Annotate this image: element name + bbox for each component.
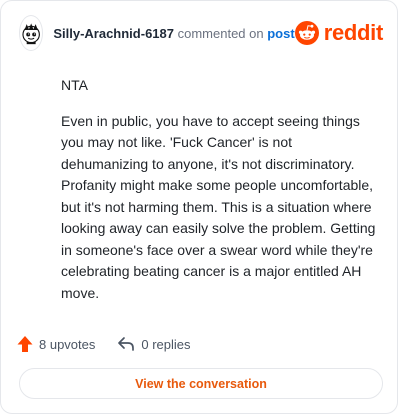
comment-paragraph: NTA xyxy=(61,77,88,93)
comment-body: NTA Even in public, you have to accept s… xyxy=(61,75,377,304)
upvote-count: 8 upvotes xyxy=(39,336,96,352)
post-link[interactable]: post xyxy=(267,26,294,41)
reddit-logo[interactable]: reddit xyxy=(294,20,384,46)
reply-count: 0 replies xyxy=(141,336,191,352)
comment-meta: Silly-Arachnid-6187 commented on post xyxy=(53,26,294,41)
reddit-snoo-icon xyxy=(294,21,319,45)
comment-actions: 8 upvotes 0 replies xyxy=(17,332,381,356)
view-conversation-button[interactable]: View the conversation xyxy=(19,368,383,399)
comment-embed-card: Silly-Arachnid-6187 commented on post re… xyxy=(0,0,398,414)
upvote-arrow-icon xyxy=(17,336,33,352)
avatar[interactable] xyxy=(19,15,44,51)
reddit-wordmark: reddit xyxy=(323,20,384,45)
comment-header: Silly-Arachnid-6187 commented on post re… xyxy=(19,15,383,51)
action-text: commented on xyxy=(177,25,264,41)
reply-button[interactable]: 0 replies xyxy=(117,336,191,352)
upvote-button[interactable]: 8 upvotes xyxy=(17,335,95,353)
reply-arrow-icon xyxy=(118,337,135,351)
comment-paragraph: Even in public, you have to accept seein… xyxy=(61,112,376,301)
snoo-avatar-icon xyxy=(22,23,40,45)
username-link[interactable]: Silly-Arachnid-6187 xyxy=(53,26,174,41)
